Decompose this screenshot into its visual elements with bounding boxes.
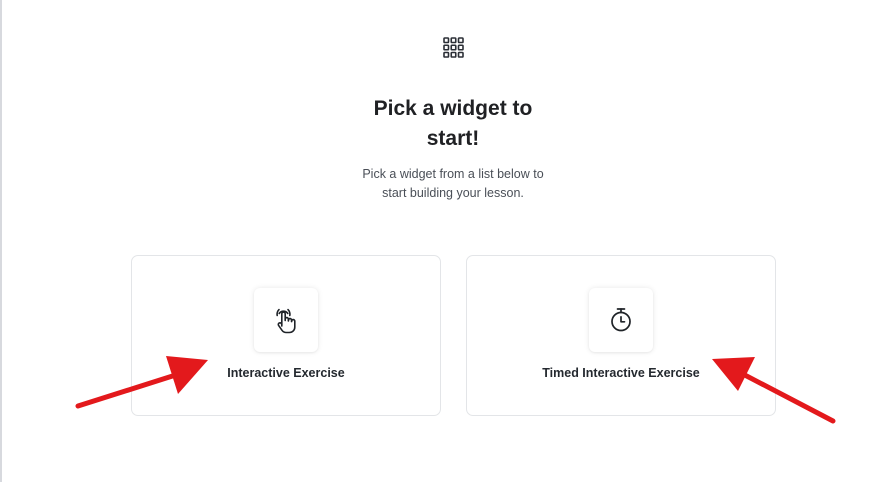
page-title-line-1: Pick a widget to [373,97,533,120]
stopwatch-icon [611,308,631,332]
widget-card-label: Timed Interactive Exercise [542,366,700,380]
page-title: Pick a widget to start! [300,94,606,154]
widget-card-label: Interactive Exercise [227,366,345,380]
widget-picker-page: Pick a widget to start! Pick a widget fr… [0,0,884,482]
hand-tap-icon [276,308,296,334]
page-subtitle: Pick a widget from a list below to start… [330,165,576,203]
grid-icon [443,37,464,58]
widget-card-timed-interactive-exercise[interactable]: Timed Interactive Exercise [466,255,776,416]
page-subtitle-line-1: Pick a widget from a list below to [362,167,544,181]
page-title-line-2: start! [426,127,480,150]
widget-icon-box [589,288,653,352]
page-subtitle-line-2: start building your lesson. [382,186,524,200]
panel-border [0,0,2,482]
widget-icon-box [254,288,318,352]
widget-card-interactive-exercise[interactable]: Interactive Exercise [131,255,441,416]
